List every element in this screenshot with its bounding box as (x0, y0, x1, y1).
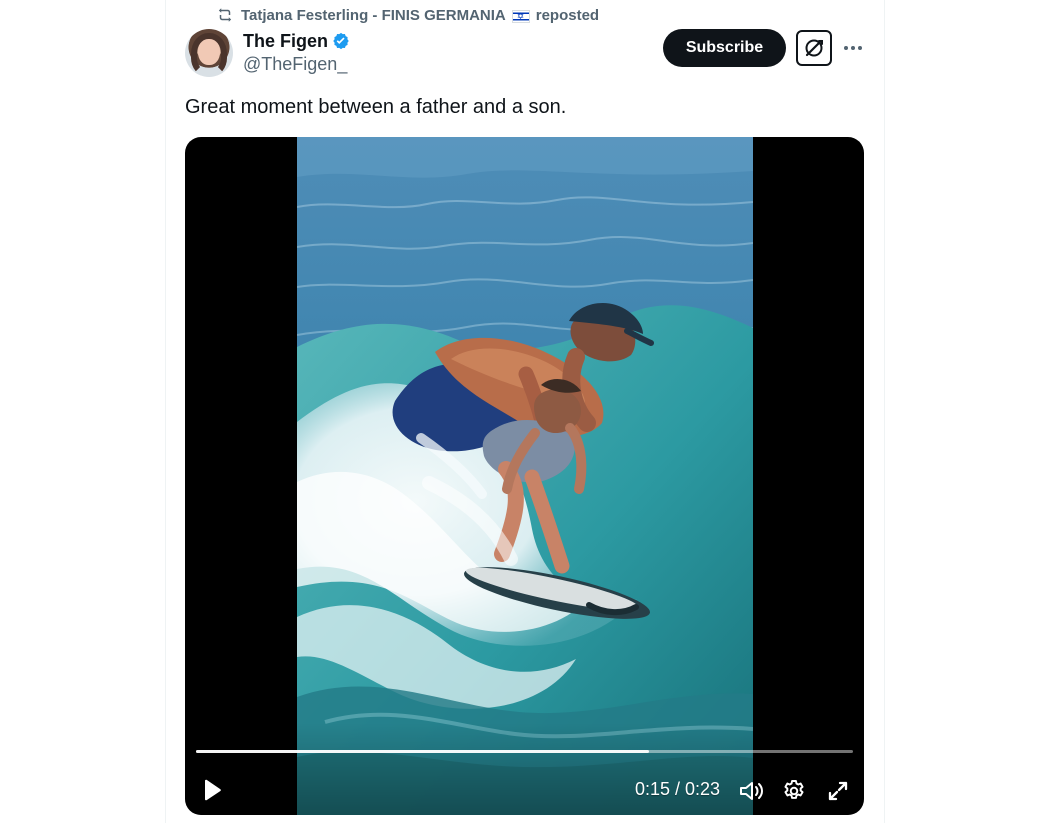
display-name-row: The Figen (243, 30, 351, 52)
profile-avatar[interactable] (185, 29, 233, 77)
display-name[interactable]: The Figen (243, 31, 328, 52)
play-icon (205, 779, 221, 801)
settings-icon (784, 780, 804, 799)
volume-icon (740, 782, 763, 800)
repost-author[interactable]: Tatjana Festerling - FINIS GERMANIA (241, 7, 506, 24)
fullscreen-icon (828, 781, 848, 801)
repost-icon (218, 8, 232, 22)
verified-badge-icon (333, 32, 349, 50)
video-progress-bar[interactable] (196, 750, 853, 753)
settings-button[interactable] (780, 777, 808, 805)
post-text: Great moment between a father and a son. (185, 96, 567, 118)
grok-icon (805, 39, 823, 57)
more-options-button[interactable] (838, 35, 868, 61)
x-post-page: Tatjana Festerling - FINIS GERMANIA repo… (0, 0, 1050, 823)
repost-context: Tatjana Festerling - FINIS GERMANIA repo… (215, 5, 599, 25)
subscribe-button[interactable]: Subscribe (663, 29, 786, 67)
israel-flag-icon (511, 9, 530, 23)
grok-button[interactable] (796, 30, 832, 66)
video-frame[interactable] (297, 137, 753, 815)
surfing-video-frame (297, 137, 753, 815)
play-button[interactable] (199, 777, 225, 803)
video-player[interactable]: 0:15 / 0:23 (185, 137, 864, 815)
video-time: 0:15 / 0:23 (635, 779, 721, 799)
repost-label: reposted (535, 6, 600, 24)
fullscreen-button[interactable] (824, 777, 852, 805)
volume-button[interactable] (737, 777, 765, 805)
user-handle[interactable]: @TheFigen_ (243, 54, 351, 75)
more-icon (844, 46, 862, 50)
video-progress-fill (196, 750, 650, 753)
author-info: The Figen @TheFigen_ (243, 30, 351, 78)
